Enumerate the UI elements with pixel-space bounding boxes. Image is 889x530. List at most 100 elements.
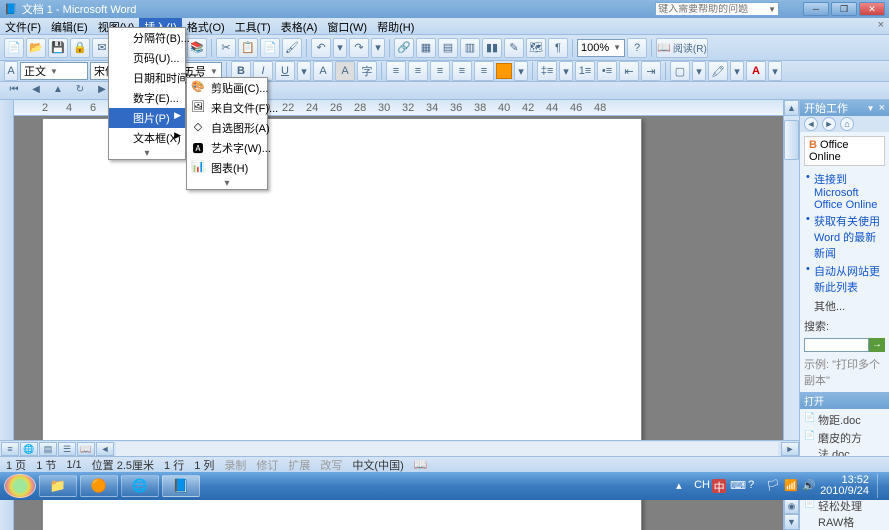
outline-view-button[interactable]: ☰: [58, 442, 76, 456]
scroll-up-button[interactable]: ▲: [784, 100, 799, 116]
link-news[interactable]: 获取有关使用 Word 的最新新闻: [804, 212, 885, 262]
read-view-button[interactable]: 📖: [77, 442, 95, 456]
nav-prev-button[interactable]: ◀: [28, 84, 44, 98]
underline-button[interactable]: U: [275, 61, 295, 81]
research-button[interactable]: 📚: [187, 38, 207, 58]
status-extend[interactable]: 扩展: [288, 457, 310, 473]
normal-view-button[interactable]: ≡: [1, 442, 19, 456]
minimize-button[interactable]: ─: [803, 2, 829, 16]
styles-button[interactable]: A: [4, 61, 18, 81]
taskpane-search-go[interactable]: →: [869, 338, 885, 352]
underline-dropdown[interactable]: ▾: [297, 61, 311, 81]
new-doc-button[interactable]: 📄: [4, 38, 24, 58]
font-color-button[interactable]: A: [746, 61, 766, 81]
submenu-chart[interactable]: 📊图表(H): [187, 158, 267, 178]
border-dropdown[interactable]: ▾: [692, 61, 706, 81]
drawing-button[interactable]: ✎: [504, 38, 524, 58]
help-button[interactable]: ?: [627, 38, 647, 58]
font-color-dropdown[interactable]: ▾: [768, 61, 782, 81]
taskpane-search-input[interactable]: [804, 338, 869, 352]
charscale-button[interactable]: 字: [357, 61, 377, 81]
linespace-dropdown[interactable]: ▾: [559, 61, 573, 81]
status-overtype[interactable]: 改写: [320, 457, 342, 473]
maximize-button[interactable]: ❐: [831, 2, 857, 16]
taskpane-close-icon[interactable]: ×: [879, 102, 885, 114]
align-left-button[interactable]: ≡: [386, 61, 406, 81]
menu-number[interactable]: 数字(E)...: [109, 88, 185, 108]
permission-button[interactable]: 🔒: [70, 38, 90, 58]
indent-button[interactable]: ⇥: [641, 61, 661, 81]
copy-button[interactable]: 📋: [238, 38, 258, 58]
menubar-close-icon[interactable]: ×: [873, 18, 889, 34]
submenu-wordart[interactable]: 🅰艺术字(W)...: [187, 138, 267, 158]
status-revision[interactable]: 修订: [256, 457, 278, 473]
browse-object-button[interactable]: ◉: [784, 498, 799, 514]
tray-keyboard-icon[interactable]: ⌨: [730, 479, 744, 493]
charborder-button[interactable]: A: [313, 61, 333, 81]
submenu-autoshapes[interactable]: ◇自选图形(A): [187, 118, 267, 138]
tray-volume-icon[interactable]: 🔊: [802, 479, 816, 493]
menu-file[interactable]: 文件(F): [0, 18, 46, 34]
save-button[interactable]: 💾: [48, 38, 68, 58]
nav-first-button[interactable]: ⏮: [6, 84, 22, 98]
open-button[interactable]: 📂: [26, 38, 46, 58]
highlight-dropdown[interactable]: ▾: [514, 61, 528, 81]
menu-picture[interactable]: 图片(P)▶: [109, 108, 185, 128]
taskbar-mediaplayer[interactable]: 🟠: [80, 475, 118, 497]
link-more[interactable]: 其他...: [804, 296, 885, 316]
recent-file-3[interactable]: 轻松处理RAW格式.doc: [804, 497, 885, 530]
menu-textbox[interactable]: 文本框(X)▶: [109, 128, 185, 148]
align-distribute-button[interactable]: ≡: [474, 61, 494, 81]
linespace-button[interactable]: ‡≡: [537, 61, 557, 81]
numbering-button[interactable]: 1≡: [575, 61, 595, 81]
read-button[interactable]: 📖阅读(R): [656, 38, 708, 58]
print-view-button[interactable]: ▤: [39, 442, 57, 456]
style-combo[interactable]: 正文▼: [20, 62, 88, 80]
tray-flag-icon[interactable]: 🏳: [766, 479, 780, 493]
start-button[interactable]: [4, 474, 36, 498]
border-button[interactable]: ▢: [670, 61, 690, 81]
undo-button[interactable]: ↶: [311, 38, 331, 58]
highlight-button[interactable]: 🖍: [708, 61, 728, 81]
menu-expand[interactable]: ▾: [109, 148, 185, 159]
submenu-clipart[interactable]: 🎨剪贴画(C)...: [187, 78, 267, 98]
submenu-expand[interactable]: ▾: [187, 178, 267, 189]
help-search-box[interactable]: ▼: [655, 2, 779, 16]
format-painter-button[interactable]: 🖌: [282, 38, 302, 58]
redo-dropdown[interactable]: ▾: [371, 38, 385, 58]
tray-ime-lang[interactable]: CH: [694, 479, 708, 493]
menu-table[interactable]: 表格(A): [276, 18, 323, 34]
columns-button[interactable]: ▮▮: [482, 38, 502, 58]
taskpane-back-button[interactable]: ◄: [804, 117, 818, 131]
tray-network-icon[interactable]: 📶: [784, 479, 798, 493]
align-center-button[interactable]: ≡: [408, 61, 428, 81]
bullets-button[interactable]: •≡: [597, 61, 617, 81]
scroll-thumb[interactable]: [784, 120, 799, 160]
status-language[interactable]: 中文(中国): [352, 457, 403, 473]
menu-datetime[interactable]: 日期和时间(T)...: [109, 68, 185, 88]
link-autoupdate[interactable]: 自动从网站更新此列表: [804, 262, 885, 296]
excel-button[interactable]: ▥: [460, 38, 480, 58]
show-marks-button[interactable]: ¶: [548, 38, 568, 58]
hscroll-track[interactable]: [116, 442, 778, 456]
menu-edit[interactable]: 编辑(E): [46, 18, 93, 34]
link-connect[interactable]: 连接到 Microsoft Office Online: [804, 170, 885, 212]
taskbar-browser[interactable]: 🌐: [121, 475, 159, 497]
menu-pagenum[interactable]: 页码(U)...: [109, 48, 185, 68]
redo-button[interactable]: ↷: [349, 38, 369, 58]
menu-help[interactable]: 帮助(H): [372, 18, 419, 34]
align-justify-button[interactable]: ≡: [452, 61, 472, 81]
tray-ime-mode[interactable]: 中: [712, 479, 726, 493]
tables-borders-button[interactable]: ▦: [416, 38, 436, 58]
help-search-input[interactable]: [658, 4, 768, 15]
highlight-color-button[interactable]: [496, 63, 512, 79]
tray-show-hidden-icon[interactable]: ▴: [676, 479, 690, 493]
insert-table-button[interactable]: ▤: [438, 38, 458, 58]
hscroll-left-button[interactable]: ◄: [96, 442, 114, 456]
taskpane-dropdown-icon[interactable]: ▼: [867, 104, 875, 113]
paste-button[interactable]: 📄: [260, 38, 280, 58]
hyperlink-button[interactable]: 🔗: [394, 38, 414, 58]
undo-dropdown[interactable]: ▾: [333, 38, 347, 58]
nav-refresh-button[interactable]: ↻: [72, 84, 88, 98]
status-record[interactable]: 录制: [224, 457, 246, 473]
